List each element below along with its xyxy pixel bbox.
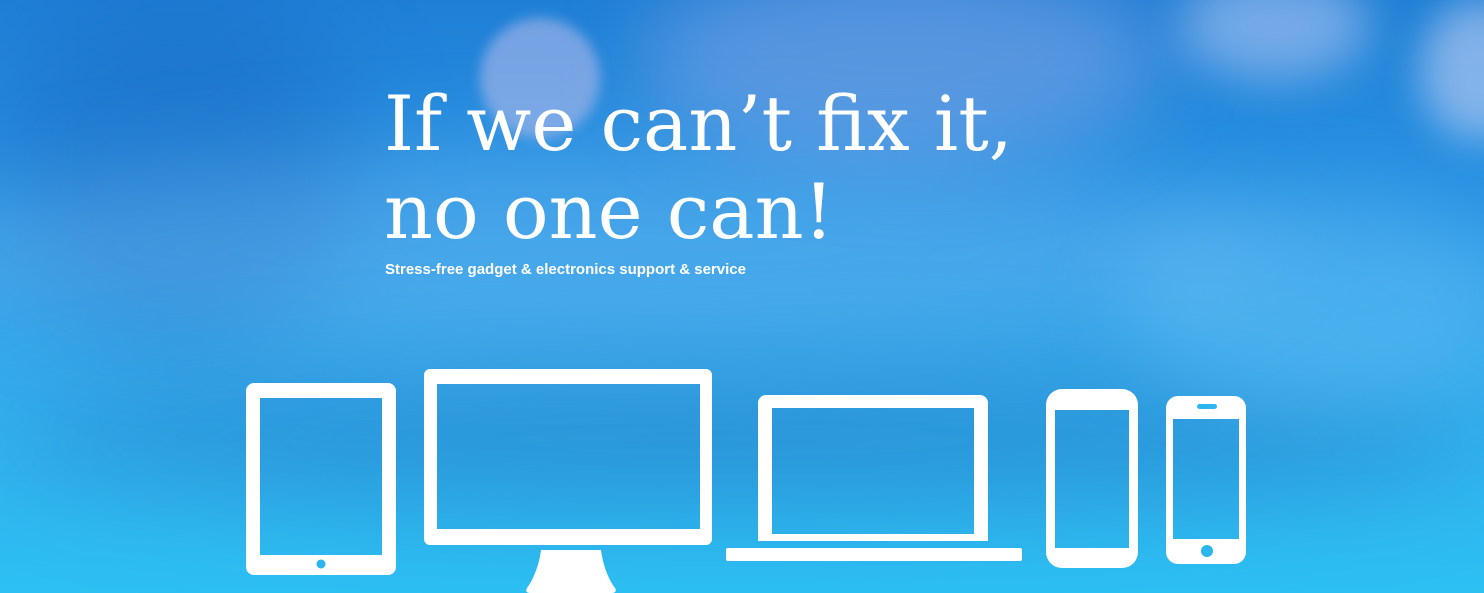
device-icons bbox=[246, 369, 1246, 593]
laptop-icon bbox=[726, 395, 1022, 561]
tablet-icon bbox=[246, 383, 396, 575]
desktop-monitor-icon bbox=[424, 369, 712, 593]
iphone-icon bbox=[1166, 396, 1246, 564]
hero-banner: If we can’t fix it, no one can! Stress-f… bbox=[0, 0, 1484, 593]
android-phone-icon bbox=[1046, 389, 1138, 568]
